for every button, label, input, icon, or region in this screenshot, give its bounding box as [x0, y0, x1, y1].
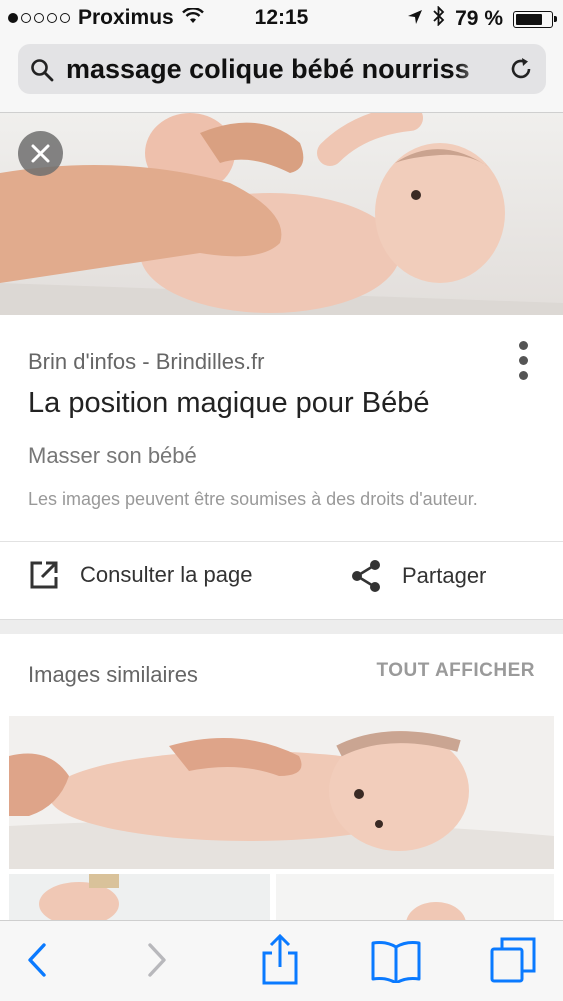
- share-sheet-icon[interactable]: [258, 933, 302, 992]
- visit-page-button[interactable]: Consulter la page: [28, 559, 252, 591]
- more-vertical-icon[interactable]: [519, 341, 529, 386]
- reload-icon[interactable]: [508, 56, 534, 87]
- result-title[interactable]: La position magique pour Bébé: [28, 387, 429, 420]
- visit-page-label: Consulter la page: [80, 562, 253, 587]
- result-image: [0, 113, 563, 315]
- result-subtitle: Masser son bébé: [28, 443, 197, 468]
- browser-toolbar: [0, 920, 563, 1001]
- open-external-icon: [30, 561, 58, 589]
- close-icon: [31, 144, 50, 163]
- tabs-icon[interactable]: [488, 935, 538, 990]
- bluetooth-icon: [433, 5, 445, 32]
- battery-level-fill: [516, 13, 542, 25]
- address-bar-area: massage colique bébé nourriss: [0, 36, 563, 113]
- share-button[interactable]: Partager: [350, 559, 486, 593]
- forward-icon[interactable]: [140, 937, 172, 988]
- battery-percent: 79 %: [455, 7, 503, 30]
- location-arrow-icon: [407, 7, 423, 31]
- result-info-card: Brin d'infos - Brindilles.fr La position…: [0, 315, 563, 620]
- bookmarks-icon[interactable]: [370, 939, 422, 988]
- back-icon[interactable]: [22, 937, 54, 988]
- similar-images-title: Images similaires: [28, 662, 198, 687]
- close-button[interactable]: [18, 131, 63, 176]
- result-source[interactable]: Brin d'infos - Brindilles.fr: [28, 349, 265, 375]
- battery-icon: [513, 10, 557, 28]
- card-divider: [0, 541, 563, 542]
- query-fade: [456, 44, 496, 94]
- status-bar: Proximus 12:15 79 %: [0, 0, 563, 36]
- search-icon: [30, 58, 54, 87]
- address-bar[interactable]: massage colique bébé nourriss: [18, 44, 546, 94]
- share-label: Partager: [402, 563, 487, 588]
- copyright-notice: Les images peuvent être soumises à des d…: [28, 489, 478, 509]
- share-icon: [352, 560, 380, 592]
- search-query-text[interactable]: massage colique bébé nourriss: [66, 54, 496, 85]
- status-right: 79 %: [407, 5, 557, 32]
- show-all-button[interactable]: TOUT AFFICHER: [377, 660, 536, 682]
- similar-image[interactable]: [9, 716, 554, 869]
